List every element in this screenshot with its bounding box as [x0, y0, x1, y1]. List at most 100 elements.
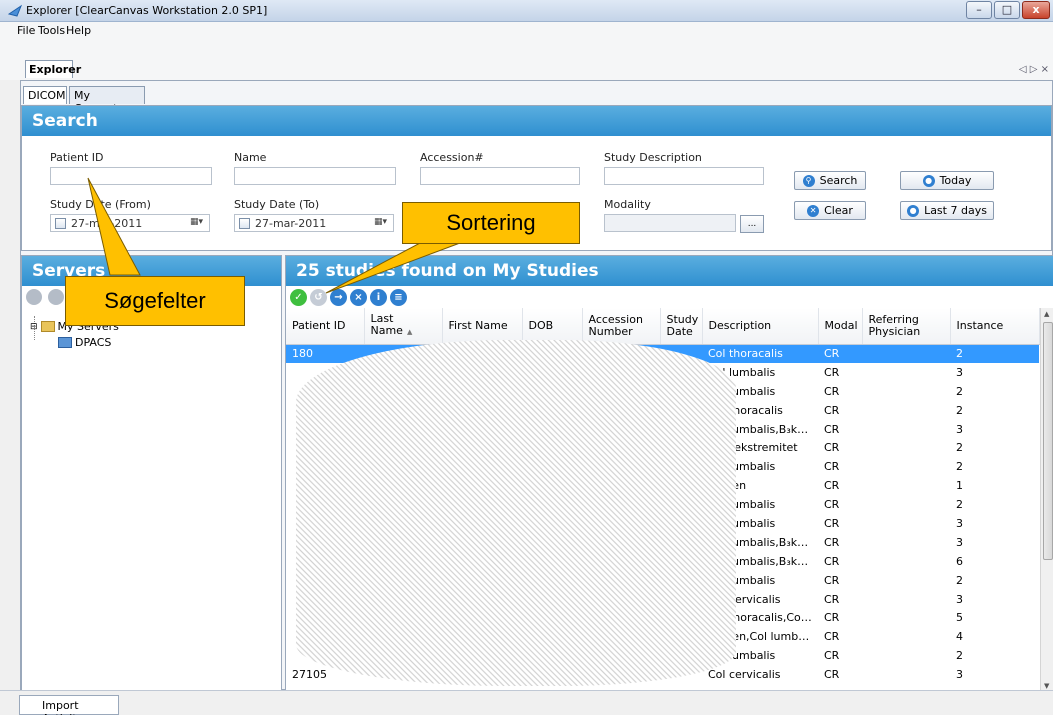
patient-id-label: Patient ID: [50, 151, 104, 164]
cell-referring-physician: [862, 571, 950, 590]
cell-instances: 2: [956, 441, 963, 455]
tab-dicom[interactable]: DICOM: [23, 86, 67, 104]
tree-item-label: DPACS: [75, 336, 112, 349]
cell-instances: 5: [956, 611, 963, 625]
cell-instances: 3: [956, 535, 963, 549]
tab-explorer[interactable]: Explorer: [25, 60, 81, 78]
col-referring-physician[interactable]: Referring Physician: [862, 308, 951, 345]
tab-import-activity[interactable]: Import Activity: [19, 695, 119, 715]
menu-bar: File Tools Help: [0, 22, 1053, 40]
cell-modality: CR: [824, 422, 840, 436]
callout-search-fields: Søgefelter: [65, 276, 245, 326]
open-icon[interactable]: ✓: [290, 289, 307, 306]
cell-modality: CR: [824, 365, 840, 379]
cell-modality: CR: [824, 592, 840, 606]
modality-label: Modality: [604, 198, 651, 211]
last-7-days-button-label: Last 7 days: [924, 204, 987, 217]
cell-description: Col thoracalis: [702, 344, 818, 363]
send-icon[interactable]: →: [330, 289, 347, 306]
cell-referring-physician: [862, 590, 950, 609]
col-dob[interactable]: DOB: [522, 308, 583, 345]
info-icon[interactable]: i: [370, 289, 387, 306]
col-accession-number[interactable]: Accession Number: [582, 308, 661, 345]
study-date-to-label: Study Date (To): [234, 198, 320, 211]
cell-referring-physician: [862, 646, 950, 665]
window-title: Explorer [ClearCanvas Workstation 2.0 SP…: [26, 4, 268, 17]
today-button-label: Today: [939, 174, 972, 187]
patient-id-input[interactable]: [50, 167, 212, 185]
cell-referring-physician: [862, 420, 950, 439]
col-study-date[interactable]: Study Date: [660, 308, 703, 345]
name-input[interactable]: [234, 167, 396, 185]
cell-instances: 6: [956, 554, 963, 568]
vertical-scrollbar[interactable]: ▲ ▼: [1040, 308, 1053, 692]
checkbox-icon[interactable]: [239, 218, 250, 229]
cell-modality: CR: [824, 441, 840, 455]
title-bar: Explorer [ClearCanvas Workstation 2.0 SP…: [0, 0, 1053, 22]
cell-modality: CR: [824, 384, 840, 398]
col-instances[interactable]: Instance: [950, 308, 1040, 345]
checkbox-icon[interactable]: [55, 218, 66, 229]
delete-icon[interactable]: ×: [350, 289, 367, 306]
collapse-icon[interactable]: ⊟: [30, 322, 38, 332]
tree-item-dpacs[interactable]: DPACS: [58, 336, 111, 349]
cell-modality: CR: [824, 535, 840, 549]
tab-my-computer[interactable]: My Computer: [69, 86, 145, 115]
studies-panel: 25 studies found on My Studies ✓ ↺ → × i…: [285, 255, 1053, 692]
scrollbar-thumb[interactable]: [1043, 322, 1053, 560]
cell-modality: CR: [824, 403, 840, 417]
study-description-input[interactable]: [604, 167, 764, 185]
tab-nav-arrows[interactable]: ◁ ▷ ×: [1019, 64, 1049, 75]
col-first-name[interactable]: First Name: [442, 308, 523, 345]
cell-instances: 3: [956, 365, 963, 379]
anonymize-icon[interactable]: ≡: [390, 289, 407, 306]
calendar-dropdown-icon[interactable]: ▦▾: [190, 217, 203, 227]
cell-referring-physician: [862, 457, 950, 476]
col-last-name[interactable]: Last Name ▲: [364, 308, 443, 345]
today-button[interactable]: ● Today: [900, 171, 994, 190]
study-date-to-picker[interactable]: 27-mar-2011 ▦▾: [234, 214, 394, 232]
cell-referring-physician: [862, 514, 950, 533]
cell-referring-physician: [862, 476, 950, 495]
today-icon: ●: [922, 174, 935, 187]
sort-ascending-icon: ▲: [406, 328, 413, 337]
folder-icon: [40, 321, 55, 332]
menu-help[interactable]: Help: [66, 24, 91, 37]
study-date-from-picker[interactable]: 27-mar-2011 ▦▾: [50, 214, 210, 232]
calendar-dropdown-icon[interactable]: ▦▾: [374, 217, 387, 227]
cell-referring-physician: [862, 552, 950, 571]
col-modality[interactable]: Modal: [818, 308, 863, 345]
cell-modality: CR: [824, 479, 840, 493]
cell-instances: 2: [956, 460, 963, 474]
clear-icon: ✕: [807, 204, 820, 217]
menu-file[interactable]: File: [17, 24, 35, 37]
modality-input[interactable]: [604, 214, 736, 232]
studies-title: 25 studies found on My Studies: [286, 256, 1053, 286]
cell-instances: 1: [956, 479, 963, 493]
maximize-button[interactable]: □: [994, 1, 1020, 19]
edit-server-icon[interactable]: [47, 289, 64, 305]
col-patient-id[interactable]: Patient ID: [286, 308, 365, 345]
retrieve-icon[interactable]: ↺: [310, 289, 327, 306]
menu-tools[interactable]: Tools: [38, 24, 65, 37]
explorer-area: DICOM My Computer Search Patient ID Name…: [20, 80, 1053, 692]
clear-button[interactable]: ✕ Clear: [794, 201, 866, 220]
cell-instances: 3: [956, 592, 963, 606]
cell-referring-physician: [862, 495, 950, 514]
close-button[interactable]: x: [1022, 1, 1050, 19]
accession-input[interactable]: [420, 167, 580, 185]
cell-modality: CR: [824, 649, 840, 663]
add-server-icon[interactable]: [26, 289, 42, 305]
cell-instances: 3: [956, 422, 963, 436]
scroll-up-icon[interactable]: ▲: [1044, 310, 1049, 318]
scroll-down-icon[interactable]: ▼: [1044, 682, 1049, 690]
minimize-button[interactable]: –: [966, 1, 992, 19]
document-tab-strip: Explorer ◁ ▷ ×: [0, 40, 1053, 80]
col-description[interactable]: Description: [702, 308, 819, 345]
modality-picker-button[interactable]: ...: [740, 215, 764, 233]
cell-instances: 2: [950, 344, 1039, 363]
last-7-days-icon: ●: [907, 204, 920, 217]
app-icon: [8, 4, 22, 17]
last-7-days-button[interactable]: ● Last 7 days: [900, 201, 994, 220]
search-button[interactable]: ⚲ Search: [794, 171, 866, 190]
